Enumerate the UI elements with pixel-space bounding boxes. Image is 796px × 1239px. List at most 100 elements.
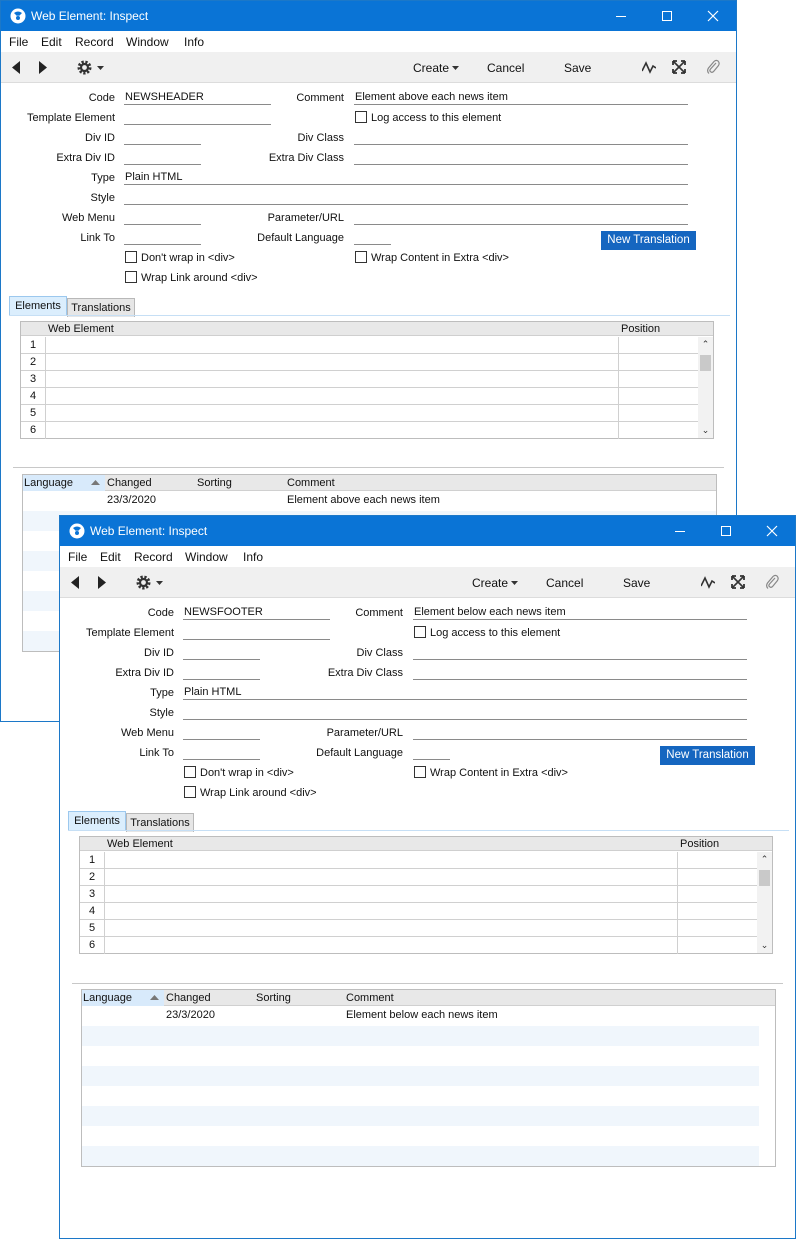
title-bar[interactable]: Web Element: Inspect bbox=[1, 1, 736, 31]
translations-browse-list[interactable]: Language Changed Sorting Comment 23/3/20… bbox=[81, 989, 776, 1167]
dont-wrap-checkbox[interactable] bbox=[125, 251, 137, 263]
browse-row[interactable]: 23/3/2020 Element below each news item bbox=[82, 1006, 775, 1026]
matrix-row[interactable]: 3 bbox=[21, 371, 698, 388]
div-id-field[interactable] bbox=[183, 646, 260, 660]
new-translation-button[interactable]: New Translation bbox=[660, 746, 755, 765]
attachment-icon[interactable] bbox=[706, 59, 720, 75]
matrix-row[interactable]: 1 bbox=[80, 852, 757, 869]
menu-edit[interactable]: Edit bbox=[41, 35, 62, 49]
template-element-field[interactable] bbox=[124, 111, 271, 125]
menu-info[interactable]: Info bbox=[243, 550, 263, 564]
menu-window[interactable]: Window bbox=[126, 35, 169, 49]
activity-icon[interactable] bbox=[642, 61, 656, 74]
gear-icon[interactable] bbox=[135, 574, 165, 591]
cancel-button[interactable]: Cancel bbox=[487, 61, 524, 75]
attachment-icon[interactable] bbox=[765, 574, 779, 590]
menu-window[interactable]: Window bbox=[185, 550, 228, 564]
default-language-field[interactable] bbox=[413, 746, 450, 760]
maximize-button[interactable] bbox=[703, 516, 749, 546]
wrap-link-checkbox[interactable] bbox=[184, 786, 196, 798]
col-language[interactable]: Language bbox=[83, 992, 132, 1004]
scroll-up-icon[interactable]: ⌃ bbox=[757, 853, 772, 865]
tab-elements[interactable]: Elements bbox=[68, 811, 126, 830]
elements-matrix[interactable]: Web Element Position 1 2 3 4 5 6 ⌃ ⌄ bbox=[79, 836, 773, 954]
type-field[interactable]: Plain HTML bbox=[183, 686, 747, 700]
style-field[interactable] bbox=[183, 706, 747, 720]
col-changed[interactable]: Changed bbox=[166, 992, 211, 1004]
parameter-url-field[interactable] bbox=[413, 726, 747, 740]
matrix-row[interactable]: 4 bbox=[80, 903, 757, 920]
previous-record-icon[interactable] bbox=[71, 576, 80, 589]
menu-edit[interactable]: Edit bbox=[100, 550, 121, 564]
next-record-icon[interactable] bbox=[38, 61, 47, 74]
new-translation-button[interactable]: New Translation bbox=[601, 231, 696, 250]
scroll-down-icon[interactable]: ⌄ bbox=[698, 424, 713, 436]
log-access-checkbox[interactable] bbox=[414, 626, 426, 638]
extra-div-id-field[interactable] bbox=[183, 666, 260, 680]
extra-div-class-field[interactable] bbox=[413, 666, 747, 680]
code-field[interactable]: NEWSHEADER bbox=[124, 91, 271, 105]
menu-file[interactable]: File bbox=[68, 550, 87, 564]
close-button[interactable] bbox=[690, 1, 736, 31]
save-button[interactable]: Save bbox=[623, 576, 650, 590]
wrap-link-checkbox[interactable] bbox=[125, 271, 137, 283]
create-button[interactable]: Create bbox=[413, 61, 449, 75]
menu-record[interactable]: Record bbox=[134, 550, 173, 564]
extra-div-id-field[interactable] bbox=[124, 151, 201, 165]
col-comment[interactable]: Comment bbox=[346, 992, 394, 1004]
save-button[interactable]: Save bbox=[564, 61, 591, 75]
browse-row[interactable]: 23/3/2020 Element above each news item bbox=[23, 491, 716, 511]
matrix-scrollbar[interactable]: ⌃ ⌄ bbox=[757, 852, 772, 953]
extra-div-class-field[interactable] bbox=[354, 151, 688, 165]
default-language-field[interactable] bbox=[354, 231, 391, 245]
minimize-button[interactable] bbox=[657, 516, 703, 546]
div-id-field[interactable] bbox=[124, 131, 201, 145]
link-to-field[interactable] bbox=[124, 231, 201, 245]
close-button[interactable] bbox=[749, 516, 795, 546]
cancel-button[interactable]: Cancel bbox=[546, 576, 583, 590]
web-menu-field[interactable] bbox=[124, 211, 201, 225]
minimize-button[interactable] bbox=[598, 1, 644, 31]
div-class-field[interactable] bbox=[354, 131, 688, 145]
scroll-thumb[interactable] bbox=[700, 355, 711, 371]
col-sorting[interactable]: Sorting bbox=[197, 477, 232, 489]
create-button[interactable]: Create bbox=[472, 576, 508, 590]
col-comment[interactable]: Comment bbox=[287, 477, 335, 489]
expand-icon[interactable] bbox=[672, 60, 686, 74]
activity-icon[interactable] bbox=[701, 576, 715, 589]
menu-record[interactable]: Record bbox=[75, 35, 114, 49]
col-language[interactable]: Language bbox=[24, 477, 73, 489]
gear-icon[interactable] bbox=[76, 59, 106, 76]
scroll-down-icon[interactable]: ⌄ bbox=[757, 939, 772, 951]
col-changed[interactable]: Changed bbox=[107, 477, 152, 489]
comment-field[interactable]: Element below each news item bbox=[413, 606, 747, 620]
div-class-field[interactable] bbox=[413, 646, 747, 660]
tab-elements[interactable]: Elements bbox=[9, 296, 67, 315]
scroll-up-icon[interactable]: ⌃ bbox=[698, 338, 713, 350]
matrix-row[interactable]: 6 bbox=[21, 422, 698, 439]
matrix-row[interactable]: 6 bbox=[80, 937, 757, 954]
col-sorting[interactable]: Sorting bbox=[256, 992, 291, 1004]
matrix-row[interactable]: 5 bbox=[21, 405, 698, 422]
previous-record-icon[interactable] bbox=[12, 61, 21, 74]
web-element-window-newsfooter[interactable]: Web Element: Inspect File Edit Record Wi… bbox=[59, 515, 796, 1239]
matrix-row[interactable]: 1 bbox=[21, 337, 698, 354]
link-to-field[interactable] bbox=[183, 746, 260, 760]
template-element-field[interactable] bbox=[183, 626, 330, 640]
wrap-content-checkbox[interactable] bbox=[355, 251, 367, 263]
matrix-row[interactable]: 2 bbox=[80, 869, 757, 886]
parameter-url-field[interactable] bbox=[354, 211, 688, 225]
matrix-row[interactable]: 3 bbox=[80, 886, 757, 903]
log-access-checkbox[interactable] bbox=[355, 111, 367, 123]
web-menu-field[interactable] bbox=[183, 726, 260, 740]
matrix-row[interactable]: 2 bbox=[21, 354, 698, 371]
maximize-button[interactable] bbox=[644, 1, 690, 31]
dont-wrap-checkbox[interactable] bbox=[184, 766, 196, 778]
comment-field[interactable]: Element above each news item bbox=[354, 91, 688, 105]
menu-file[interactable]: File bbox=[9, 35, 28, 49]
matrix-scrollbar[interactable]: ⌃ ⌄ bbox=[698, 337, 713, 438]
next-record-icon[interactable] bbox=[97, 576, 106, 589]
matrix-row[interactable]: 5 bbox=[80, 920, 757, 937]
elements-matrix[interactable]: Web Element Position 1 2 3 4 5 6 ⌃ ⌄ bbox=[20, 321, 714, 439]
matrix-row[interactable]: 4 bbox=[21, 388, 698, 405]
